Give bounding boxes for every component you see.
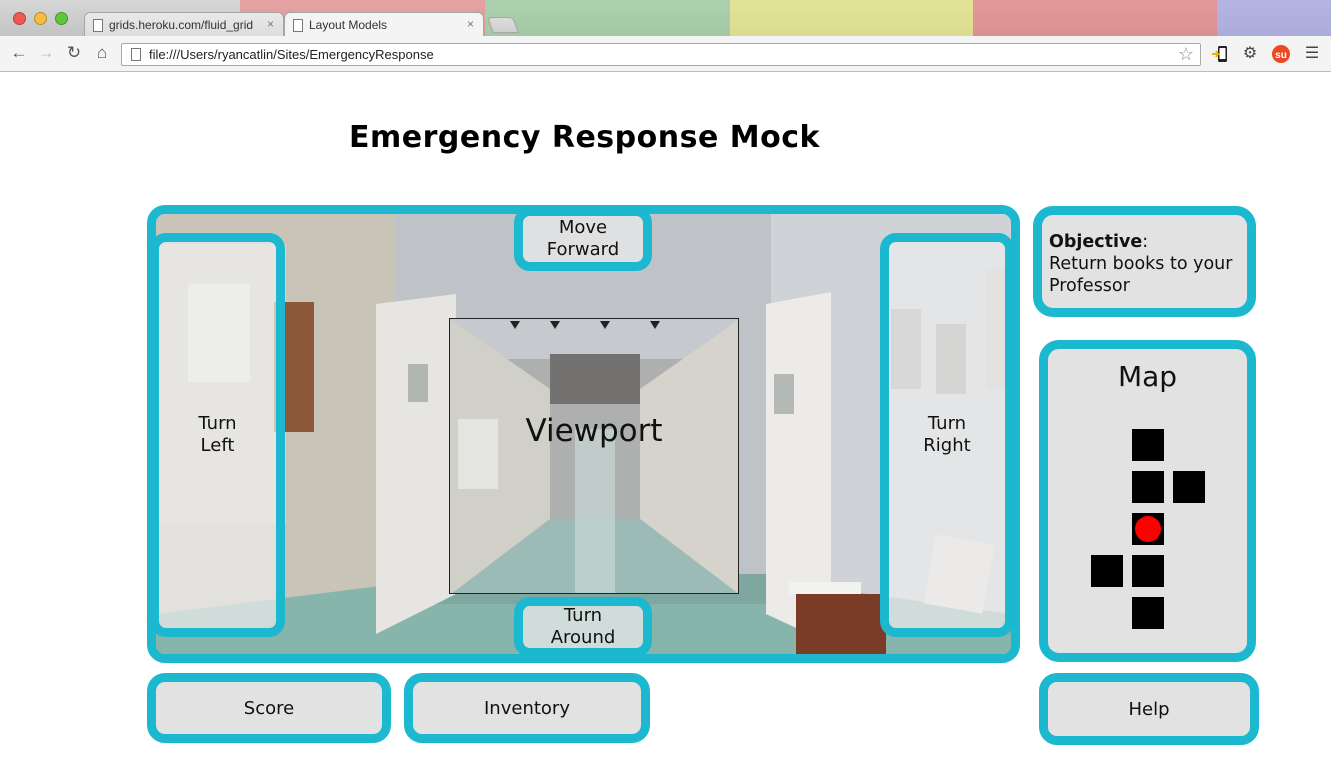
back-icon[interactable]: ←	[9, 43, 29, 63]
page-title: Emergency Response Mock	[349, 120, 820, 155]
map-cell	[1132, 597, 1164, 629]
viewport-label: Viewport	[525, 413, 663, 449]
move-forward-label-line-2: Forward	[546, 239, 620, 260]
map-cell	[1132, 429, 1164, 461]
turn-around-label-line-2: Around	[550, 627, 616, 648]
turn-left-label-line-1: Turn	[198, 413, 237, 434]
browser-tabstrip: grids.heroku.com/fluid_grid × Layout Mod…	[0, 0, 1331, 36]
tab-close-icon[interactable]: ×	[267, 17, 274, 31]
map-cell	[1132, 471, 1164, 503]
reload-icon[interactable]: ↻	[64, 43, 84, 63]
tabstrip-stripe-yellow	[730, 0, 973, 36]
map-cell-player	[1132, 513, 1164, 545]
score-label: Score	[243, 697, 295, 719]
tab-grids[interactable]: grids.heroku.com/fluid_grid ×	[84, 12, 284, 36]
turn-around-button[interactable]: Turn Around	[514, 597, 652, 657]
svg-text:su: su	[1275, 50, 1287, 61]
viewport[interactable]: Viewport	[449, 318, 739, 594]
turn-right-button[interactable]: Turn Right	[880, 233, 1014, 637]
turn-left-button[interactable]: Turn Left	[150, 233, 285, 637]
window-zoom-button[interactable]	[55, 12, 68, 25]
map-cell	[1132, 555, 1164, 587]
tab-label: Layout Models	[309, 18, 388, 32]
settings-gear-icon[interactable]: ⚙	[1240, 44, 1260, 64]
menu-icon[interactable]: ☰	[1302, 44, 1322, 64]
move-forward-button[interactable]: Move Forward	[514, 207, 652, 271]
turn-right-label-line-2: Right	[923, 435, 971, 456]
turn-left-label-line-2: Left	[200, 435, 235, 456]
page-icon	[293, 19, 303, 32]
bookmark-star-icon[interactable]: ☆	[1178, 44, 1194, 65]
inventory-label: Inventory	[484, 697, 570, 719]
browser-toolbar: ← → ↻ ⌂ file:///Users/ryancatlin/Sites/E…	[0, 36, 1331, 72]
map-cell	[1091, 555, 1123, 587]
help-label: Help	[1128, 698, 1170, 720]
tab-label: grids.heroku.com/fluid_grid	[109, 18, 254, 32]
address-text: file:///Users/ryancatlin/Sites/Emergency…	[149, 47, 434, 62]
tabstrip-stripe-red-2	[973, 0, 1217, 36]
move-forward-label-line-1: Move	[558, 217, 608, 238]
phone-extension-icon[interactable]	[1210, 44, 1230, 64]
help-button[interactable]: Help	[1039, 673, 1259, 745]
window-close-button[interactable]	[13, 12, 26, 25]
tabstrip-stripe-green	[485, 0, 730, 36]
page-icon	[93, 19, 103, 32]
home-icon[interactable]: ⌂	[92, 43, 112, 63]
tabstrip-stripe-blue	[1217, 0, 1331, 36]
objective-separator: :	[1142, 232, 1149, 252]
page-icon	[131, 48, 141, 61]
turn-around-label-line-1: Turn	[563, 605, 603, 626]
map-cell	[1173, 471, 1205, 503]
turn-right-label-line-1: Turn	[927, 413, 967, 434]
objective-text: Return books to your Professor	[1049, 254, 1233, 296]
player-marker-icon	[1135, 516, 1161, 542]
viewport-hallway-image	[450, 319, 738, 593]
stumbleupon-icon[interactable]: su	[1271, 44, 1291, 64]
map-title: Map	[1117, 360, 1178, 393]
score-button[interactable]: Score	[147, 673, 391, 743]
map-panel: Map	[1039, 340, 1256, 662]
objective-heading: Objective	[1049, 232, 1143, 252]
inventory-button[interactable]: Inventory	[404, 673, 650, 743]
forward-icon[interactable]: →	[36, 43, 56, 63]
tab-close-icon[interactable]: ×	[467, 17, 474, 31]
new-tab-button[interactable]	[487, 17, 519, 33]
tab-layout-models[interactable]: Layout Models ×	[284, 12, 484, 36]
objective-panel: Objective: Return books to your Professo…	[1033, 206, 1256, 317]
address-bar[interactable]: file:///Users/ryancatlin/Sites/Emergency…	[121, 43, 1201, 66]
window-minimize-button[interactable]	[34, 12, 47, 25]
